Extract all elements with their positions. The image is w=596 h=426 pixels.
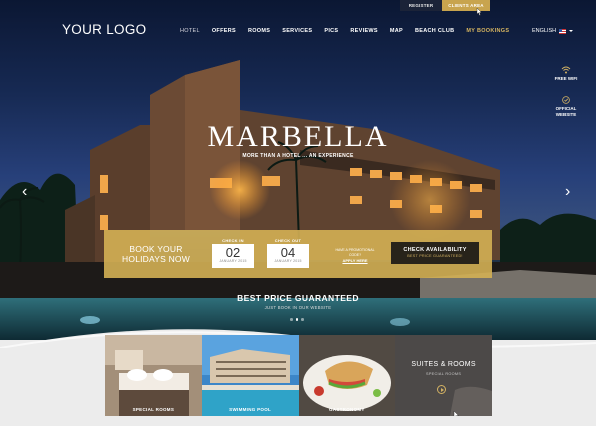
nav-rooms[interactable]: ROOMS: [242, 28, 276, 34]
check-in-month: JANUARY 2015: [219, 259, 247, 263]
tile-suites-rooms[interactable]: SUITES & ROOMS SPECIAL ROOMS: [395, 335, 492, 416]
check-availability-label: CHECK AVAILABILITY: [403, 247, 467, 253]
slider-prev-icon[interactable]: ‹: [22, 184, 27, 200]
tile-caption: SWIMMING POOL: [229, 407, 272, 412]
check-badge-icon: [562, 96, 570, 104]
nav-offers[interactable]: OFFERS: [206, 28, 242, 34]
nav-hotel[interactable]: HOTEL: [174, 28, 206, 34]
pool-photo: [201, 335, 299, 416]
check-out-month: JANUARY 2015: [274, 259, 302, 263]
clients-area-button[interactable]: CLIENTS AREA: [442, 0, 490, 11]
feature-tiles: SPECIAL ROOMS SWIMMING POOL GASTRONOMY S…: [105, 335, 492, 416]
mouse-pointer-icon: [476, 8, 482, 16]
us-flag-icon: [559, 28, 567, 34]
tile-special-rooms[interactable]: SPECIAL ROOMS: [105, 335, 202, 416]
chevron-down-icon: [569, 30, 574, 32]
booking-heading-line-1: BOOK YOUR: [129, 244, 183, 254]
apply-promo-link[interactable]: APPLY HERE: [330, 258, 380, 263]
booking-widget: BOOK YOUR HOLIDAYS NOW CHECK IN 02 JANUA…: [104, 230, 492, 278]
best-price-heading: BEST PRICE GUARANTEED: [237, 293, 359, 303]
mouse-pointer-icon: [454, 411, 460, 416]
hero-subtitle: MORE THAN A HOTEL ... AN EXPERIENCE: [242, 153, 354, 159]
main-nav: HOTEL OFFERS ROOMS SERVICES PICS REVIEWS…: [174, 28, 515, 34]
nav-pics[interactable]: PICS: [318, 28, 344, 34]
free-wifi-badge: FREE WIFI: [548, 66, 584, 82]
booking-heading: BOOK YOUR HOLIDAYS NOW: [104, 244, 208, 264]
best-price-label: BEST PRICE GUARANTEED!: [407, 254, 463, 258]
register-link[interactable]: REGISTER: [400, 0, 442, 11]
suites-heading: SUITES & ROOMS: [411, 361, 476, 368]
official-website-badge: OFFICIAL WEBSITE: [548, 96, 584, 118]
check-in-card[interactable]: 02 JANUARY 2015: [212, 244, 254, 268]
check-in-day: 02: [225, 245, 241, 260]
official-line-2: WEBSITE: [555, 112, 577, 117]
nav-beach-club[interactable]: BEACH CLUB: [409, 28, 460, 34]
nav-services[interactable]: SERVICES: [276, 28, 318, 34]
wifi-icon: [561, 66, 571, 74]
suites-subheading: SPECIAL ROOMS: [426, 372, 462, 376]
check-out-day: 04: [280, 245, 296, 260]
slider-next-icon[interactable]: ›: [565, 184, 570, 200]
language-selector[interactable]: ENGLISH: [532, 28, 574, 34]
check-availability-button[interactable]: CHECK AVAILABILITY BEST PRICE GUARANTEED…: [391, 242, 479, 264]
nav-reviews[interactable]: REVIEWS: [344, 28, 383, 34]
hero-banner: [0, 0, 596, 340]
check-out-card[interactable]: 04 JANUARY 2015: [267, 244, 309, 268]
check-in-picker[interactable]: CHECK IN 02 JANUARY 2015: [212, 238, 254, 268]
tile-caption: GASTRONOMY: [328, 407, 365, 412]
check-out-picker[interactable]: CHECK OUT 04 JANUARY 2015: [267, 238, 309, 268]
free-wifi-label: FREE WIFI: [554, 76, 578, 81]
nav-my-bookings[interactable]: MY BOOKINGS: [460, 28, 515, 34]
tile-caption: SPECIAL ROOMS: [132, 407, 175, 412]
promo-code: HAVE A PROMOTIONAL CODE? APPLY HERE: [330, 248, 380, 263]
official-line-1: OFFICIAL: [555, 106, 577, 111]
tile-swimming-pool[interactable]: SWIMMING POOL: [201, 335, 299, 416]
booking-heading-line-2: HOLIDAYS NOW: [122, 254, 190, 264]
bedroom-photo: [105, 335, 202, 416]
language-label: ENGLISH: [532, 28, 557, 34]
hotel-night-photo: [0, 60, 596, 340]
promo-question: HAVE A PROMOTIONAL CODE?: [335, 248, 375, 257]
site-logo[interactable]: YOUR LOGO: [62, 22, 146, 37]
best-price-subheading: JUST BOOK IN OUR WEBSITE: [264, 305, 332, 310]
nav-map[interactable]: MAP: [384, 28, 409, 34]
tile-gastronomy[interactable]: GASTRONOMY: [298, 335, 396, 416]
hero-title: MARBELLA: [207, 120, 389, 153]
food-photo: [298, 335, 396, 416]
